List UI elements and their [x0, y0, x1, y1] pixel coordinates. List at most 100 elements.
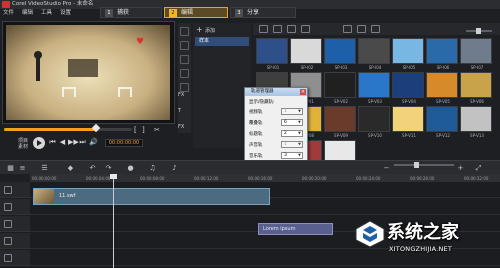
video-filter-icon[interactable]: [273, 25, 282, 33]
audio-mixer-icon[interactable]: ♫: [148, 164, 157, 172]
library-thumbnail[interactable]: SP-V12: [426, 106, 458, 138]
folder-item-samples[interactable]: 样本: [195, 37, 249, 46]
library-thumbnail[interactable]: SP-I05: [392, 38, 424, 70]
spinner-arrow-icon[interactable]: ▼: [297, 153, 302, 158]
clip-mode-label[interactable]: 素材: [18, 143, 28, 150]
library-thumbnail[interactable]: SP-V09: [324, 106, 356, 138]
fit-project-icon[interactable]: ⤢: [474, 164, 483, 172]
timecode-display[interactable]: 00:00:00:00: [105, 139, 143, 147]
thumbnail-caption: SP-I04: [368, 65, 382, 70]
timeline-zoom-slider[interactable]: [394, 162, 454, 168]
overlay-track-icon: [4, 203, 12, 211]
instant-project-icon[interactable]: [180, 41, 189, 50]
marker-icon[interactable]: ◆: [66, 164, 75, 172]
spinner-arrow-icon[interactable]: ▼: [297, 120, 302, 125]
menu-edit[interactable]: 编辑: [22, 9, 33, 18]
track-count-spinner[interactable]: 6 ▼: [281, 119, 303, 126]
music-track-header[interactable]: [0, 250, 30, 266]
title-icon[interactable]: [180, 69, 189, 78]
playhead-handle[interactable]: [110, 174, 117, 179]
ruler-tick-label: 00:00:16:00: [248, 176, 273, 181]
video-clip[interactable]: 11.swf: [33, 188, 270, 205]
track-count-row: 音乐轨 3 ▼: [249, 152, 307, 160]
filter-icon[interactable]: FX: [178, 124, 184, 130]
spinner-arrow-icon[interactable]: ▼: [297, 131, 302, 136]
mark-in-icon[interactable]: [: [134, 126, 137, 134]
library-thumbnail[interactable]: SP-I02: [290, 38, 322, 70]
folder-icon[interactable]: [259, 25, 268, 33]
fx-icon[interactable]: FX: [178, 92, 184, 98]
audio-filter-icon[interactable]: [301, 25, 310, 33]
photo-filter-icon[interactable]: [287, 25, 296, 33]
library-thumbnail[interactable]: SP-I06: [426, 38, 458, 70]
play-button[interactable]: [33, 137, 45, 149]
mark-out-icon[interactable]: ]: [142, 126, 145, 134]
voice-track-header[interactable]: [0, 233, 30, 249]
thumbnail-caption: SP-V03: [368, 99, 382, 104]
menu-file[interactable]: 文件: [3, 9, 14, 18]
add-folder-icon[interactable]: +: [196, 25, 203, 34]
library-thumbnail[interactable]: SP-I07: [460, 38, 492, 70]
track-count-spinner[interactable]: 2 ▼: [281, 130, 303, 137]
menu-tools[interactable]: 工具: [41, 9, 52, 18]
thumbnail-caption: SP-V05: [436, 99, 450, 104]
add-folder-label[interactable]: 添加: [205, 27, 215, 34]
library-thumbnail[interactable]: SP-V05: [426, 72, 458, 104]
heart-icon: ♥: [136, 37, 145, 47]
record-icon[interactable]: ●: [126, 164, 135, 172]
library-thumbnail[interactable]: SP-I04: [358, 38, 390, 70]
redo-icon[interactable]: ↷: [104, 164, 113, 172]
title-track-header[interactable]: [0, 216, 30, 232]
library-thumbnail[interactable]: SP-V04: [392, 72, 424, 104]
tab-capture[interactable]: 1 捕获: [100, 7, 162, 18]
undo-icon[interactable]: ↶: [88, 164, 97, 172]
thumb-view-icon[interactable]: [371, 25, 380, 33]
library-thumbnail[interactable]: SP-V03: [358, 72, 390, 104]
storyboard-view-icon[interactable]: ▦: [6, 164, 15, 172]
dialog-close-icon[interactable]: ×: [300, 89, 306, 95]
scrub-bar[interactable]: [4, 123, 132, 133]
thumbnail-caption: SP-V13: [470, 133, 484, 138]
library-thumbnail[interactable]: SP-I03: [324, 38, 356, 70]
library-thumbnail[interactable]: SP-V02: [324, 72, 356, 104]
split-icon[interactable]: ✂: [154, 126, 160, 134]
sort-icon[interactable]: [343, 25, 352, 33]
dialog-title: 轨道管理器: [245, 88, 307, 96]
library-thumbnail[interactable]: SP-V06: [460, 72, 492, 104]
graphic-icon[interactable]: [180, 83, 189, 92]
dialog-section-label: 显示/隐藏轨:: [249, 100, 275, 105]
home-icon[interactable]: ⏮: [48, 138, 57, 147]
next-frame-icon[interactable]: ▶▶: [68, 138, 79, 147]
overlay-track-header[interactable]: [0, 199, 30, 215]
timeline-ruler[interactable]: 00:00:00:00 00:00:04:00 00:00:08:00 00:00:1…: [30, 174, 500, 182]
tab-share[interactable]: 3 分享: [230, 7, 296, 18]
track-count-row: 覆叠轨 6 ▼: [249, 119, 307, 127]
thumbnail-size-slider[interactable]: [466, 28, 492, 34]
library-thumbnail[interactable]: SP-V13: [460, 106, 492, 138]
title-tool-icon[interactable]: T: [178, 108, 181, 114]
thumbnail-caption: SP-V09: [334, 133, 348, 138]
track-type-label: 标题轨: [249, 132, 263, 137]
track-count-spinner[interactable]: 3 ▼: [281, 152, 303, 159]
clip-name: 11.swf: [59, 193, 76, 199]
prev-frame-icon[interactable]: ◀: [58, 138, 67, 147]
library-thumbnail[interactable]: SP-V11: [392, 106, 424, 138]
library-thumbnail[interactable]: SP-I01: [256, 38, 288, 70]
zoom-in-icon[interactable]: +: [456, 164, 465, 172]
end-icon[interactable]: ⏭: [78, 138, 87, 147]
zoom-out-icon[interactable]: −: [382, 164, 391, 172]
timeline-view-icon[interactable]: ≡: [18, 164, 27, 172]
playhead[interactable]: [113, 174, 114, 268]
volume-icon[interactable]: 🔊: [89, 138, 98, 147]
tab-edit[interactable]: 2 编辑: [164, 7, 228, 18]
menu-settings[interactable]: 设置: [60, 9, 71, 18]
auto-music-icon[interactable]: ♪: [170, 164, 179, 172]
library-thumbnail[interactable]: SP-V10: [358, 106, 390, 138]
video-track-header[interactable]: [0, 182, 30, 198]
media-icon[interactable]: [180, 27, 189, 36]
title-clip[interactable]: Lorem ipsum: [258, 223, 333, 235]
list-view-icon[interactable]: [357, 25, 366, 33]
track-manager-icon[interactable]: ☰: [40, 164, 49, 172]
transition-icon[interactable]: [180, 55, 189, 64]
track-count-row: 视频轨 1 ▼: [249, 108, 307, 116]
